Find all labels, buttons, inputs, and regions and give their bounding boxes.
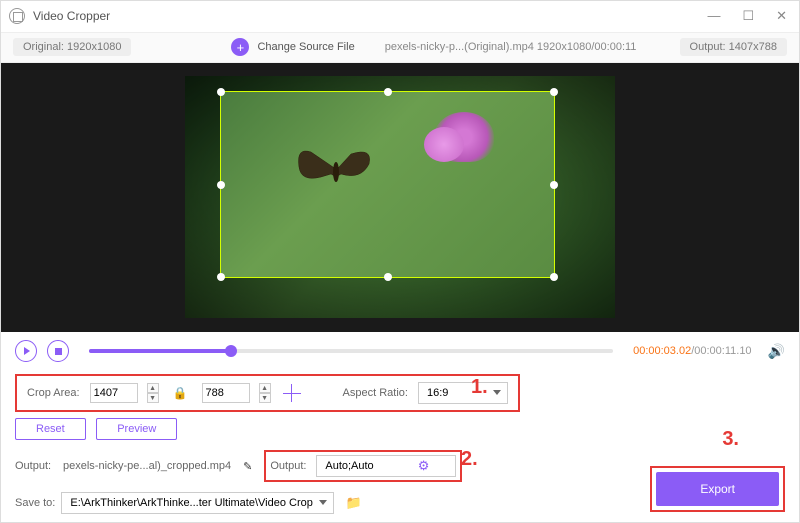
export-button[interactable]: Export — [656, 472, 779, 506]
timeline-slider[interactable] — [89, 349, 613, 353]
crop-height-input[interactable] — [202, 383, 250, 403]
reset-button[interactable]: Reset — [15, 418, 86, 440]
app-icon — [9, 8, 25, 24]
output-size-label: Output: 1407x788 — [680, 38, 787, 56]
lock-icon[interactable]: 🔒 — [173, 386, 188, 400]
annotation-box-1: Crop Area: ▲▼ 🔒 ▲▼ Aspect Ratio: 16:9 — [15, 374, 520, 412]
annotation-box-2: Output: Auto;Auto ⚙ — [264, 450, 462, 482]
format-select[interactable]: Auto;Auto ⚙ — [316, 455, 456, 477]
playback-controls: 00:00:03.02/00:00:11.10 🔊 — [1, 332, 799, 370]
width-up[interactable]: ▲ — [147, 383, 159, 393]
crop-box[interactable] — [220, 91, 555, 278]
crop-handle-mr[interactable] — [550, 181, 558, 189]
flower-image — [434, 112, 494, 162]
width-down[interactable]: ▼ — [147, 393, 159, 403]
stop-button[interactable] — [47, 340, 69, 362]
video-frame[interactable] — [185, 76, 615, 318]
gear-icon[interactable]: ⚙ — [418, 458, 430, 474]
format-label: Output: — [270, 460, 312, 472]
app-title: Video Cropper — [33, 9, 110, 23]
crop-handle-bm[interactable] — [384, 273, 392, 281]
folder-icon[interactable]: 📁 — [346, 495, 362, 511]
butterfly-image — [291, 142, 381, 202]
minimize-button[interactable]: — — [703, 6, 724, 26]
window-controls: — ☐ ✕ — [703, 6, 791, 26]
preview-area — [1, 63, 799, 332]
crop-handle-tl[interactable] — [217, 88, 225, 96]
output-label: Output: — [15, 460, 57, 472]
aspect-ratio-select[interactable]: 16:9 — [418, 382, 508, 404]
file-info-label: pexels-nicky-p...(Original).mp4 1920x108… — [385, 41, 637, 53]
center-icon[interactable] — [281, 382, 303, 404]
crop-width-input[interactable] — [90, 383, 138, 403]
original-size-label: Original: 1920x1080 — [13, 38, 131, 56]
titlebar: Video Cropper — ☐ ✕ — [1, 1, 799, 33]
crop-handle-tm[interactable] — [384, 88, 392, 96]
save-to-label: Save to: — [15, 497, 55, 509]
aspect-ratio-label: Aspect Ratio: — [343, 387, 408, 399]
annotation-box-3: Export — [650, 466, 785, 512]
timeline-knob[interactable] — [225, 345, 237, 357]
preview-button[interactable]: Preview — [96, 418, 177, 440]
output-filename: pexels-nicky-pe...al)_cropped.mp4 — [63, 460, 231, 472]
info-bar: Original: 1920x1080 + Change Source File… — [1, 33, 799, 63]
crop-handle-ml[interactable] — [217, 181, 225, 189]
annotation-2: 2. — [461, 448, 478, 471]
settings-area: Crop Area: ▲▼ 🔒 ▲▼ Aspect Ratio: 16:9 1.… — [1, 370, 799, 522]
change-source-button[interactable]: Change Source File — [257, 41, 354, 53]
height-up[interactable]: ▲ — [259, 383, 271, 393]
volume-icon[interactable]: 🔊 — [768, 343, 785, 360]
annotation-1: 1. — [471, 376, 488, 399]
save-path-select[interactable]: E:\ArkThinker\ArkThinke...ter Ultimate\V… — [61, 492, 334, 514]
close-button[interactable]: ✕ — [772, 6, 791, 26]
app-window: Video Cropper — ☐ ✕ Original: 1920x1080 … — [0, 0, 800, 523]
time-display: 00:00:03.02/00:00:11.10 — [633, 345, 751, 357]
maximize-button[interactable]: ☐ — [738, 6, 758, 26]
height-down[interactable]: ▼ — [259, 393, 271, 403]
edit-icon[interactable]: ✎ — [243, 460, 252, 473]
crop-area-label: Crop Area: — [27, 387, 80, 399]
play-button[interactable] — [15, 340, 37, 362]
add-icon[interactable]: + — [231, 38, 249, 56]
annotation-3: 3. — [722, 428, 739, 451]
